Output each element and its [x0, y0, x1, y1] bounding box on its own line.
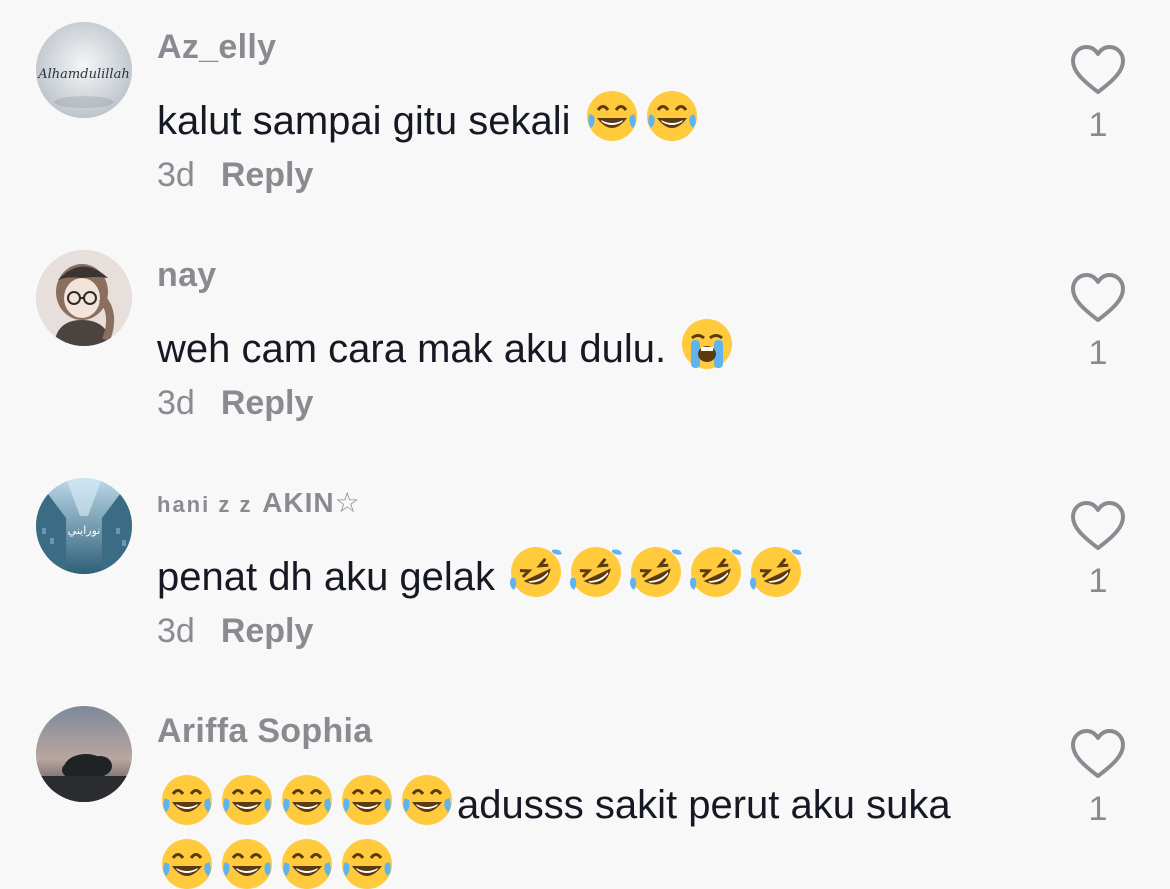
joy-emoji-icon: [400, 773, 454, 827]
like-count: 1: [1088, 106, 1108, 144]
comment-meta: 3d Reply: [157, 384, 313, 423]
rofl-emoji-icon: [628, 544, 685, 600]
star-icon: ☆: [334, 487, 361, 518]
avatar-image: نورايني: [36, 478, 132, 574]
comment-meta: 3d Reply: [157, 612, 313, 651]
rofl-emoji-icon: [508, 544, 565, 600]
avatar-calligraphy: Alhamdulillah: [37, 67, 129, 82]
comment-meta: 3d Reply: [157, 156, 313, 195]
comment-time: 3d: [157, 384, 195, 422]
like-count: 1: [1088, 562, 1108, 600]
like-control: 1: [1070, 500, 1126, 601]
like-control: 1: [1070, 728, 1126, 829]
avatar[interactable]: [36, 706, 132, 802]
comment-text: penat dh aku gelak: [157, 544, 1017, 608]
comment-item: Alhamdulillah Az_elly kalut sampai gitu …: [0, 0, 1170, 228]
username-main: AKIN: [262, 487, 335, 518]
comment-text: adusss sakit perut aku suka: [157, 772, 1017, 889]
joy-emoji-icon: [280, 837, 334, 889]
joy-emoji-icon: [340, 773, 394, 827]
rofl-emoji-icon: [748, 544, 805, 600]
joy-emoji-icon: [220, 773, 274, 827]
heart-icon[interactable]: [1070, 500, 1126, 552]
avatar[interactable]: Alhamdulillah: [36, 22, 132, 118]
avatar-image: [36, 250, 132, 346]
avatar-image: Alhamdulillah: [36, 22, 132, 118]
comment-item: nay weh cam cara mak aku dulu. 3d Reply 1: [0, 228, 1170, 456]
comment-username[interactable]: Ariffa Sophia: [157, 712, 372, 751]
comment-item: Ariffa Sophia adusss sakit perut aku suk…: [0, 684, 1170, 889]
comment-username[interactable]: nay: [157, 256, 217, 295]
joy-emoji-icon: [280, 773, 334, 827]
comment-list: Alhamdulillah Az_elly kalut sampai gitu …: [0, 0, 1170, 889]
like-control: 1: [1070, 272, 1126, 373]
avatar[interactable]: نورايني: [36, 478, 132, 574]
like-count: 1: [1088, 790, 1108, 828]
comment-text-body: weh cam cara mak aku dulu.: [157, 327, 667, 371]
comment-time: 3d: [157, 156, 195, 194]
username-prefix: hani z z: [157, 492, 253, 517]
like-count: 1: [1088, 334, 1108, 372]
joy-emoji-icon: [160, 773, 214, 827]
sob-emoji-icon: [680, 317, 734, 371]
comment-time: 3d: [157, 612, 195, 650]
comment-username[interactable]: hani z z AKIN☆: [157, 482, 361, 521]
joy-emoji-icon: [645, 89, 699, 143]
comment-item: نورايني hani z z AKIN☆ penat dh aku gela…: [0, 456, 1170, 684]
reply-button[interactable]: Reply: [221, 612, 314, 650]
comment-text-body: adusss sakit perut aku suka: [457, 783, 951, 827]
rofl-emoji-icon: [688, 544, 745, 600]
joy-emoji-icon: [340, 837, 394, 889]
reply-button[interactable]: Reply: [221, 384, 314, 422]
joy-emoji-icon: [585, 89, 639, 143]
avatar-image: [36, 706, 132, 802]
heart-icon[interactable]: [1070, 272, 1126, 324]
comment-text: kalut sampai gitu sekali: [157, 88, 1017, 152]
comment-text-body: penat dh aku gelak: [157, 555, 496, 599]
like-control: 1: [1070, 44, 1126, 145]
avatar[interactable]: [36, 250, 132, 346]
comment-text-body: kalut sampai gitu sekali: [157, 99, 571, 143]
heart-icon[interactable]: [1070, 728, 1126, 780]
rofl-emoji-icon: [568, 544, 625, 600]
comment-username[interactable]: Az_elly: [157, 28, 276, 67]
comment-text: weh cam cara mak aku dulu.: [157, 316, 1017, 380]
svg-text:نورايني: نورايني: [68, 524, 101, 537]
joy-emoji-icon: [220, 837, 274, 889]
heart-icon[interactable]: [1070, 44, 1126, 96]
joy-emoji-icon: [160, 837, 214, 889]
reply-button[interactable]: Reply: [221, 156, 314, 194]
